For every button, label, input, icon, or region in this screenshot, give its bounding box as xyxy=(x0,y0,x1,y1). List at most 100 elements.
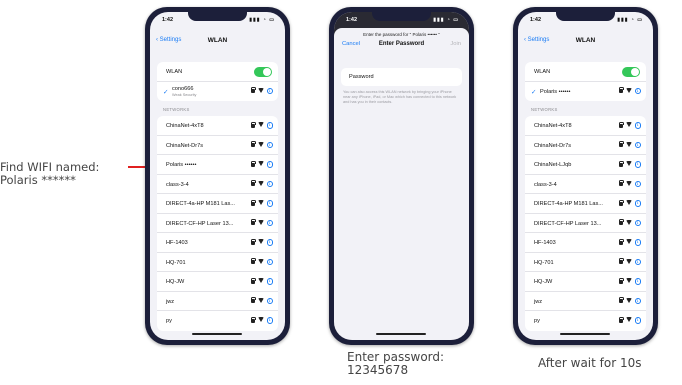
network-row[interactable]: py i xyxy=(525,311,646,331)
network-name: DIRECT-4a-HP M181 Las... xyxy=(534,201,603,207)
network-name: jwz xyxy=(166,298,175,305)
phone-connected: 1:42 ▮▮▮ ◔ ▭ ‹ Settings WLAN WLAN ✓ Pola… xyxy=(513,7,658,345)
wlan-toggle-row: WLAN xyxy=(157,62,278,82)
network-row[interactable]: ChinaNet-4xT8 i xyxy=(157,116,278,136)
network-row[interactable]: jwz i xyxy=(157,292,278,311)
nav-bar: ‹ Settings WLAN xyxy=(518,31,653,51)
wifi-icon xyxy=(625,219,632,226)
network-row[interactable]: Polaris •••••• i xyxy=(157,155,278,175)
info-icon[interactable]: i xyxy=(634,297,641,304)
phone-screen: 1:42 ▮▮▮ ◔ ▭ ‹ Settings WLAN WLAN ✓ Pola… xyxy=(518,12,653,340)
network-name: class-3-4 xyxy=(534,181,557,188)
join-button[interactable]: Join xyxy=(450,41,461,47)
network-row[interactable]: HQ-701 i xyxy=(157,253,278,272)
wifi-icon xyxy=(625,161,632,167)
wlan-label: WLAN xyxy=(166,69,183,75)
network-row[interactable]: HF-1403 i xyxy=(157,233,278,253)
info-icon[interactable]: i xyxy=(266,258,273,265)
info-icon[interactable]: i xyxy=(634,258,641,265)
sheet-title: Enter Password xyxy=(378,41,425,47)
wifi-icon xyxy=(257,87,264,94)
info-icon[interactable]: i xyxy=(266,161,273,168)
info-icon[interactable]: i xyxy=(634,180,641,187)
wifi-icon xyxy=(257,161,264,167)
network-name: Polaris •••••• xyxy=(166,162,197,168)
network-row[interactable]: DIRECT-CF-HP Laser 13... i xyxy=(525,214,646,233)
network-row[interactable]: HQ-701 i xyxy=(525,253,646,272)
home-indicator xyxy=(560,332,610,335)
network-row[interactable]: HQ-JW i xyxy=(157,272,278,292)
network-row[interactable]: ChinaNet-4xT8 i xyxy=(525,116,646,136)
connected-network-row[interactable]: ✓ cono666 Weak Security i xyxy=(157,82,278,102)
network-row[interactable]: class-3-4 i xyxy=(157,175,278,194)
wlan-toggle-row: WLAN xyxy=(525,62,646,82)
lock-icon xyxy=(618,141,624,148)
network-row[interactable]: class-3-4 i xyxy=(525,175,646,194)
info-icon[interactable]: i xyxy=(634,219,641,226)
network-row[interactable]: DIRECT-4a-HP M181 Las... i xyxy=(525,194,646,214)
wifi-icon xyxy=(625,141,632,148)
network-row[interactable]: HQ-JW i xyxy=(525,272,646,292)
page-title: WLAN xyxy=(207,37,228,44)
password-field[interactable]: Password xyxy=(341,68,462,86)
info-icon[interactable]: i xyxy=(634,278,641,285)
info-icon[interactable]: i xyxy=(266,122,273,129)
network-row[interactable]: ChinaNet-Dr7s i xyxy=(525,136,646,155)
network-name: ChinaNet-Dr7s xyxy=(166,142,203,149)
info-icon[interactable]: i xyxy=(266,141,273,148)
network-row[interactable]: DIRECT-4a-HP M181 Las... i xyxy=(157,194,278,214)
wifi-icon xyxy=(257,317,264,323)
password-sheet: Enter the password for " Polaris •••••• … xyxy=(334,28,469,340)
info-icon[interactable]: i xyxy=(266,278,273,285)
status-time: 1:42 xyxy=(530,17,542,23)
checkmark-icon: ✓ xyxy=(531,88,537,96)
wlan-toggle[interactable] xyxy=(254,66,272,77)
info-icon[interactable]: i xyxy=(634,317,641,324)
info-icon[interactable]: i xyxy=(266,317,273,324)
networks-header: NETWORKS xyxy=(163,107,190,112)
signal-wifi-battery-icon: ▮▮▮ ◔ ▭ xyxy=(249,17,275,23)
info-icon[interactable]: i xyxy=(634,239,641,246)
network-row[interactable]: ChinaNet-Dr7s i xyxy=(157,136,278,155)
wifi-icon xyxy=(257,180,264,187)
wifi-icon xyxy=(625,297,632,304)
info-icon[interactable]: i xyxy=(266,87,273,94)
lock-icon xyxy=(618,199,624,206)
notch xyxy=(372,12,431,21)
info-icon[interactable]: i xyxy=(266,239,273,246)
status-time: 1:42 xyxy=(162,17,174,23)
phone-enter-password: 1:42 ▮▮▮ ◔ ▭ Enter the password for " Po… xyxy=(329,7,474,345)
network-name: HQ-701 xyxy=(166,259,186,266)
lock-icon xyxy=(250,258,256,265)
network-name: HQ-701 xyxy=(534,259,554,266)
connected-network-row[interactable]: ✓ Polaris •••••• i xyxy=(525,82,646,102)
info-icon[interactable]: i xyxy=(266,219,273,226)
network-row[interactable]: jwz i xyxy=(525,292,646,311)
lock-icon xyxy=(250,160,256,167)
info-icon[interactable]: i xyxy=(634,141,641,148)
home-indicator xyxy=(376,332,426,335)
network-row[interactable]: py i xyxy=(157,311,278,331)
lock-icon xyxy=(250,316,256,323)
network-name: DIRECT-4a-HP M181 Las... xyxy=(166,201,235,207)
lock-icon xyxy=(618,238,624,245)
network-row[interactable]: ChinaNet-LJqb i xyxy=(525,155,646,175)
lock-icon xyxy=(618,219,624,226)
networks-list: ChinaNet-4xT8 i ChinaNet-Dr7s i ChinaNet-LJq… xyxy=(525,116,646,331)
info-icon[interactable]: i xyxy=(634,87,641,94)
info-icon[interactable]: i xyxy=(266,297,273,304)
network-row[interactable]: HF-1403 i xyxy=(525,233,646,253)
wifi-icon xyxy=(257,141,264,148)
network-name: HQ-JW xyxy=(534,279,553,285)
wifi-icon xyxy=(625,317,632,323)
info-icon[interactable]: i xyxy=(634,161,641,168)
network-name: py xyxy=(534,318,540,324)
info-icon[interactable]: i xyxy=(634,200,641,207)
info-icon[interactable]: i xyxy=(266,200,273,207)
info-icon[interactable]: i xyxy=(634,122,641,129)
wifi-icon xyxy=(257,239,264,245)
info-icon[interactable]: i xyxy=(266,180,273,187)
wlan-toggle[interactable] xyxy=(622,66,640,77)
network-row[interactable]: DIRECT-CF-HP Laser 13... i xyxy=(157,214,278,233)
checkmark-icon: ✓ xyxy=(163,88,169,96)
